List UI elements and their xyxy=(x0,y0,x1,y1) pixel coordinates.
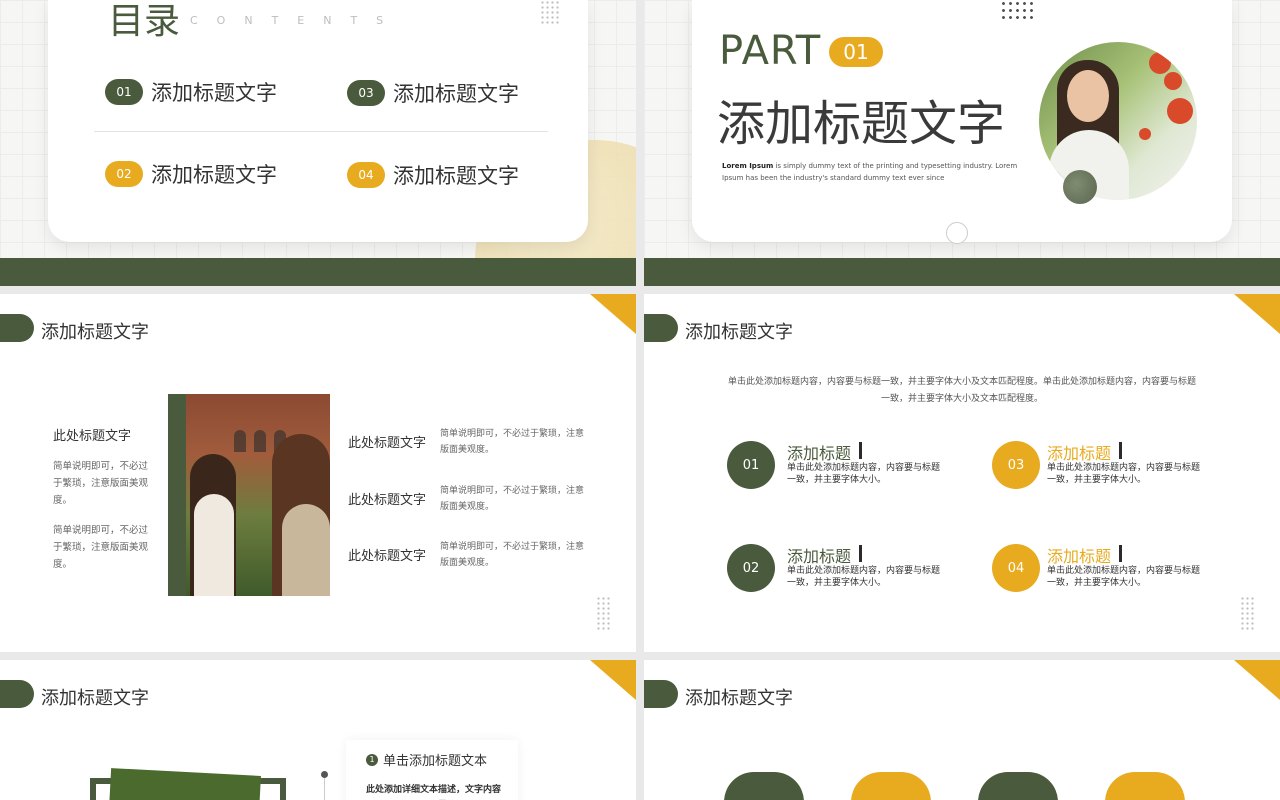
dot-pattern xyxy=(596,596,612,632)
header-tab xyxy=(644,314,678,342)
card-title-row: 1 单击添加标题文本 xyxy=(366,750,487,769)
bottom-band xyxy=(644,258,1280,286)
toc-divider xyxy=(94,131,548,132)
toc-label: 添加标题文字 xyxy=(151,163,277,187)
header-tab xyxy=(0,314,34,342)
item-desc: 单击此处添加标题内容，内容要与标题一致，并主要字体大小。 xyxy=(1047,463,1201,485)
bottom-band xyxy=(0,258,636,286)
item-title: 添加标题 xyxy=(1047,547,1112,566)
student-right-shirt xyxy=(282,504,330,596)
item-title: 添加标题 xyxy=(1047,444,1112,463)
item-number-01: 01 xyxy=(727,441,775,489)
item-title: 添加标题 xyxy=(787,444,852,463)
left-desc: 简单说明即可，不必过于繁琐，注意版面美观度。 xyxy=(53,525,149,570)
lorem-text: Lorem Ipsum is simply dummy text of the … xyxy=(722,160,1032,184)
info-row: 此处标题文字 简单说明即可，不必过于繁琐，注意版面美观度。 xyxy=(348,483,590,515)
slide-four-items[interactable]: 添加标题文字 单击此处添加标题内容，内容要与标题一致，并主要字体大小及文本匹配程… xyxy=(644,294,1280,652)
item-desc: 单击此处添加标题内容，内容要与标题一致，并主要字体大小。 xyxy=(787,463,941,485)
title-bar xyxy=(859,442,862,459)
corner-triangle xyxy=(1234,294,1280,334)
tomato xyxy=(1139,128,1151,140)
slide-title: 添加标题文字 xyxy=(41,322,149,343)
dot-pattern xyxy=(1240,596,1256,632)
toc-number: 02 xyxy=(105,161,143,187)
tomato xyxy=(1167,98,1193,124)
title-bar xyxy=(859,545,862,562)
toc-item-02[interactable]: 02 添加标题文字 xyxy=(105,159,277,189)
block-yellow xyxy=(851,772,931,800)
row-desc: 简单说明即可，不必过于繁琐，注意版面美观度。 xyxy=(440,542,585,568)
students-photo xyxy=(186,394,330,596)
corner-triangle xyxy=(590,294,636,334)
toc-number: 03 xyxy=(347,80,385,106)
students-photo-frame xyxy=(168,394,330,596)
part-label: PART xyxy=(719,28,822,74)
slide-part-01[interactable]: PART 01 添加标题文字 Lorem Ipsum is simply dum… xyxy=(644,0,1280,286)
decorative-ring xyxy=(946,222,968,244)
contents-title: 目录 xyxy=(108,1,181,42)
toc-number: 04 xyxy=(347,162,385,188)
slide-photo-card[interactable]: 添加标题文字 1 单击添加标题文本 此处添加详细文本描述，文字内容建议与标题相关… xyxy=(0,660,636,800)
part-number: 01 xyxy=(829,37,883,67)
left-desc: 简单说明即可，不必过于繁琐，注意版面美观度。 xyxy=(53,461,149,506)
part-title: 添加标题文字 xyxy=(717,96,1006,152)
item-number-03: 03 xyxy=(992,441,1040,489)
dot-pattern xyxy=(1000,0,1036,20)
slide-blocks[interactable]: 添加标题文字 xyxy=(644,660,1280,800)
woman-photo xyxy=(1039,42,1197,200)
toc-item-01[interactable]: 01 添加标题文字 xyxy=(105,77,277,107)
timeline-dot xyxy=(321,771,328,778)
slide-title: 添加标题文字 xyxy=(685,688,793,709)
row-desc: 简单说明即可，不必过于繁琐，注意版面美观度。 xyxy=(440,486,585,512)
toc-number: 01 xyxy=(105,79,143,105)
info-row: 此处标题文字 简单说明即可，不必过于繁琐，注意版面美观度。 xyxy=(348,426,590,458)
tomato xyxy=(1164,72,1182,90)
item-title: 添加标题 xyxy=(787,547,852,566)
info-row: 此处标题文字 简单说明即可，不必过于繁琐，注意版面美观度。 xyxy=(348,539,590,571)
toc-item-04[interactable]: 04 添加标题文字 xyxy=(347,160,519,190)
item-number-02: 02 xyxy=(727,544,775,592)
card-title: 单击添加标题文本 xyxy=(383,754,488,769)
building-window xyxy=(254,430,266,452)
student-left-shirt xyxy=(194,494,234,596)
slide-title: 添加标题文字 xyxy=(41,688,149,709)
toc-label: 添加标题文字 xyxy=(393,82,519,106)
slide-title: 添加标题文字 xyxy=(685,322,793,343)
row-title: 此处标题文字 xyxy=(348,436,427,451)
block-green xyxy=(978,772,1058,800)
building-window xyxy=(234,430,246,452)
dot-pattern xyxy=(540,0,560,26)
card-number: 1 xyxy=(366,753,378,766)
header-tab xyxy=(644,680,678,708)
item-desc: 单击此处添加标题内容，内容要与标题一致，并主要字体大小。 xyxy=(787,566,941,588)
toc-item-03[interactable]: 03 添加标题文字 xyxy=(347,78,519,108)
corner-triangle xyxy=(590,660,636,700)
landscape-photo xyxy=(109,768,261,800)
item-number-04: 04 xyxy=(992,544,1040,592)
toc-label: 添加标题文字 xyxy=(151,81,277,105)
intro-text: 单击此处添加标题内容，内容要与标题一致，并主要字体大小及文本匹配程度。单击此处添… xyxy=(727,377,1196,404)
block-green xyxy=(724,772,804,800)
decorative-circle xyxy=(1063,170,1097,204)
header-tab xyxy=(0,680,34,708)
row-desc: 简单说明即可，不必过于繁琐，注意版面美观度。 xyxy=(440,429,585,455)
corner-triangle xyxy=(1234,660,1280,700)
row-title: 此处标题文字 xyxy=(348,493,427,508)
contents-subtitle: CONTENTS xyxy=(190,14,403,27)
tomato xyxy=(1149,52,1171,74)
item-desc: 单击此处添加标题内容，内容要与标题一致，并主要字体大小。 xyxy=(1047,566,1201,588)
card-desc: 此处添加详细文本描述，文字内容建议与标题相关尽量简洁 xyxy=(366,785,502,795)
block-yellow xyxy=(1105,772,1185,800)
slide-photo-list[interactable]: 添加标题文字 此处标题文字 简单说明即可，不必过于繁琐，注意版面美观度。 简单说… xyxy=(0,294,636,652)
left-title: 此处标题文字 xyxy=(53,429,132,444)
slide-contents[interactable]: 目录 CONTENTS 01 添加标题文字 03 添加标题文字 02 添加标题文… xyxy=(0,0,636,286)
row-title: 此处标题文字 xyxy=(348,549,427,564)
title-bar xyxy=(1119,442,1122,459)
text-card: 1 单击添加标题文本 此处添加详细文本描述，文字内容建议与标题相关尽量简洁 xyxy=(346,740,518,800)
toc-label: 添加标题文字 xyxy=(393,164,519,188)
face xyxy=(1067,70,1109,122)
lorem-bold: Lorem Ipsum xyxy=(722,162,774,170)
title-bar xyxy=(1119,545,1122,562)
